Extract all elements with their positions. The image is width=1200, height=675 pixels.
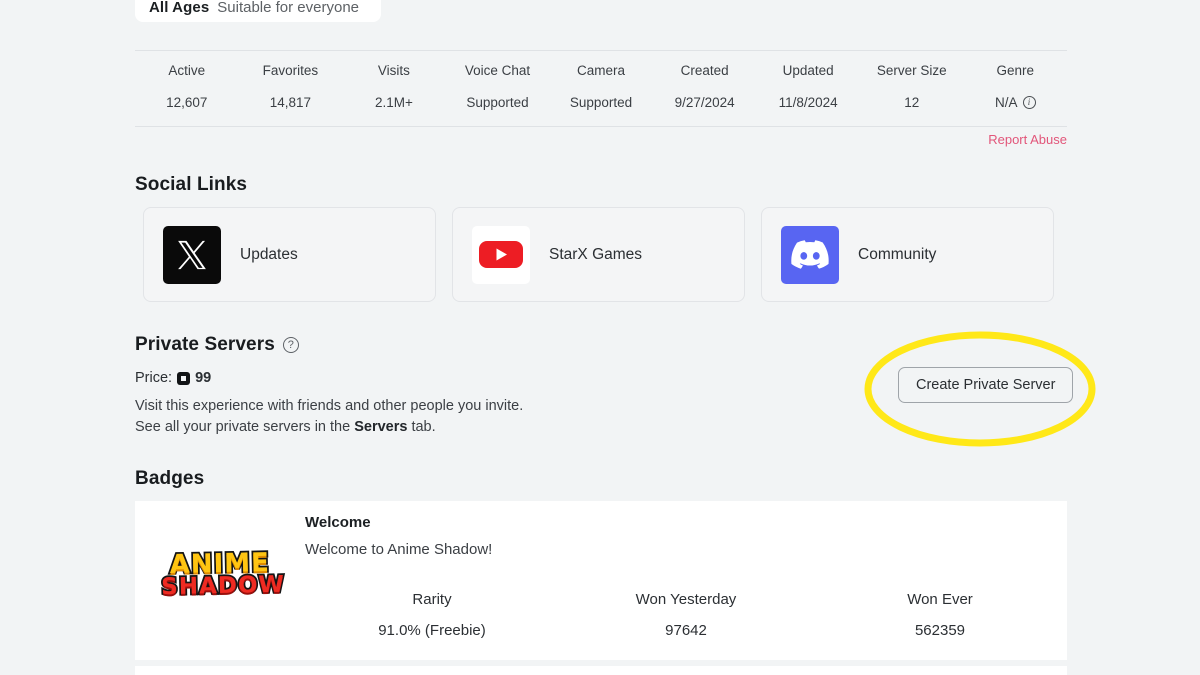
- badge-body: Welcome Welcome to Anime Shadow! Rarity …: [305, 501, 1067, 639]
- youtube-icon: [472, 225, 530, 284]
- stat-value: Supported: [569, 95, 633, 110]
- badge-stat-value: 97642: [665, 622, 707, 639]
- stat-label: Created: [680, 63, 729, 78]
- private-servers-description: Visit this experience with friends and o…: [135, 396, 523, 438]
- private-servers-description-line1: Visit this experience with friends and o…: [135, 398, 524, 414]
- social-links-title: Social Links: [135, 174, 248, 195]
- private-server-price: Price: 99: [135, 370, 211, 386]
- x-twitter-icon: [163, 225, 221, 284]
- badge-stat-label: Rarity: [412, 591, 452, 608]
- anime-shadow-badge-icon: ANIME SHADOW: [159, 546, 287, 602]
- badge-name: Welcome: [305, 514, 371, 531]
- social-link-updates[interactable]: Updates: [143, 207, 436, 302]
- badge-stat-value: 562359: [914, 622, 966, 639]
- stat-updated: Updated 11/8/2024: [756, 63, 860, 112]
- badge-description: Welcome to Anime Shadow!: [305, 541, 493, 558]
- stat-visits: Visits 2.1M+: [342, 63, 446, 112]
- stat-value: 2.1M+: [374, 95, 413, 110]
- stat-label: Active: [168, 63, 206, 78]
- next-badge-row-partial[interactable]: [135, 666, 1067, 675]
- social-links-list: Updates StarX Games Community: [143, 207, 1054, 302]
- age-rating-card: All Ages Suitable for everyone: [135, 0, 381, 22]
- stat-value-row: N/A: [995, 95, 1036, 110]
- price-amount: 99: [195, 370, 212, 386]
- stat-active: Active 12,607: [135, 63, 239, 112]
- social-link-starx-games[interactable]: StarX Games: [452, 207, 745, 302]
- social-link-label: StarX Games: [549, 245, 643, 263]
- price-label: Price:: [135, 370, 173, 386]
- badge-stat-won-ever: Won Ever 562359: [813, 591, 1067, 639]
- private-servers-title: Private Servers: [135, 334, 299, 356]
- info-icon[interactable]: [1022, 95, 1036, 109]
- social-link-community[interactable]: Community: [761, 207, 1054, 302]
- stat-created: Created 9/27/2024: [653, 63, 757, 112]
- stat-label: Server Size: [876, 63, 947, 78]
- stat-voice-chat: Voice Chat Supported: [446, 63, 550, 112]
- badge-icon-wrap: ANIME SHADOW: [135, 501, 305, 602]
- age-rating-description: Suitable for everyone: [217, 0, 360, 16]
- stat-value: N/A: [995, 95, 1018, 110]
- experience-stats: Active 12,607 Favorites 14,817 Visits 2.…: [135, 50, 1067, 127]
- experience-details-page: All Ages Suitable for everyone Active 12…: [0, 0, 1200, 675]
- question-mark-icon[interactable]: [282, 337, 299, 353]
- stat-value: 12: [904, 95, 920, 110]
- report-abuse-link[interactable]: Report Abuse: [988, 132, 1067, 147]
- badge-stat-won-yesterday: Won Yesterday 97642: [559, 591, 813, 639]
- badge-stats: Rarity 91.0% (Freebie) Won Yesterday 976…: [305, 591, 1067, 639]
- stat-value: 11/8/2024: [778, 95, 838, 110]
- stat-camera: Camera Supported: [549, 63, 653, 112]
- badge-icon-text-bottom: SHADOW: [159, 570, 287, 602]
- age-rating-label: All Ages: [149, 0, 210, 16]
- social-link-label: Updates: [240, 245, 298, 263]
- stats-row: Active 12,607 Favorites 14,817 Visits 2.…: [135, 51, 1067, 126]
- stat-favorites: Favorites 14,817: [239, 63, 343, 112]
- stat-label: Genre: [996, 63, 1035, 78]
- create-private-server-button[interactable]: Create Private Server: [898, 367, 1074, 403]
- stat-label: Favorites: [262, 63, 319, 78]
- stat-label: Visits: [377, 63, 410, 78]
- private-servers-title-text: Private Servers: [135, 334, 275, 355]
- social-link-label: Community: [858, 245, 937, 263]
- servers-tab-reference: Servers: [354, 419, 408, 435]
- discord-icon: [781, 225, 839, 284]
- stat-label: Camera: [577, 63, 626, 78]
- badge-stat-rarity: Rarity 91.0% (Freebie): [305, 591, 559, 639]
- badge-stat-value: 91.0% (Freebie): [378, 622, 486, 639]
- private-servers-description-line2: See all your private servers in the Serv…: [135, 417, 523, 438]
- description-line2-post: tab.: [407, 419, 436, 435]
- stat-value: Supported: [466, 95, 529, 110]
- stat-value: 12,607: [166, 95, 208, 110]
- stat-genre: Genre N/A: [964, 63, 1068, 112]
- stat-label: Voice Chat: [464, 63, 531, 78]
- badge-stat-label: Won Yesterday: [635, 591, 737, 608]
- badge-row[interactable]: ANIME SHADOW Welcome Welcome to Anime Sh…: [135, 501, 1067, 660]
- badges-title: Badges: [135, 468, 205, 489]
- stats-bottom-divider: [135, 126, 1067, 127]
- stat-value: 14,817: [269, 95, 311, 110]
- stat-value: 9/27/2024: [674, 95, 735, 110]
- stat-server-size: Server Size 12: [860, 63, 964, 112]
- stat-label: Updated: [782, 63, 834, 78]
- robux-icon: [177, 371, 191, 385]
- description-line2-pre: See all your private servers in the: [135, 419, 355, 435]
- badge-stat-label: Won Ever: [907, 591, 973, 608]
